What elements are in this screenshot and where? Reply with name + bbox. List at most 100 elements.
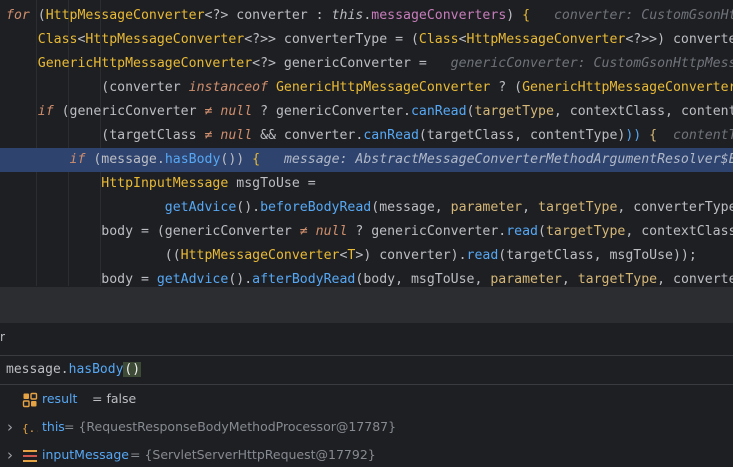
result-icon <box>22 392 38 408</box>
code-token: <?>> converterType = ( <box>244 32 419 47</box>
code-token: afterBodyRead <box>252 272 356 286</box>
code-token: , <box>561 272 578 286</box>
code-token: GenericHttpMessageConverter <box>275 80 491 95</box>
code-token: , contextClass, contentType) : <box>553 104 733 119</box>
code-token: { <box>252 152 261 167</box>
code-line[interactable]: Class<HttpMessageConverter<?>> converter… <box>0 28 733 52</box>
variable-row[interactable]: › {..} this = {RequestResponseBodyMethodPr… <box>0 414 733 442</box>
code-line[interactable]: HttpInputMessage msgToUse = <box>0 172 733 196</box>
code-editor[interactable]: for (HttpMessageConverter<?> converter :… <box>0 0 733 286</box>
eval-object: message. <box>6 362 69 377</box>
code-token: GenericHttpMessageConverter <box>37 56 253 71</box>
code-token: msgToUse = <box>228 176 316 191</box>
code-token: ( <box>37 8 46 23</box>
code-line[interactable]: if (genericConverter ≠ null ? genericCon… <box>0 100 733 124</box>
code-token: (message. <box>93 152 165 167</box>
variable-name: this <box>42 419 65 434</box>
code-token: targetType <box>545 224 626 239</box>
code-line[interactable]: (targetClass ≠ null && converter.canRead… <box>0 124 733 148</box>
code-token: HttpInputMessage <box>101 176 229 191</box>
code-token: parameter <box>450 200 523 215</box>
code-token: body = <box>6 272 157 286</box>
code-token: (targetClass, msgToUse)); <box>498 248 697 263</box>
code-token: >) converter). <box>355 248 467 263</box>
eval-method: hasBody <box>68 362 124 377</box>
code-token: targetType <box>474 104 554 119</box>
code-token: GenericHttpMessageConverter <box>522 80 733 95</box>
code-token: canRead <box>410 104 467 119</box>
code-token: for <box>6 8 38 23</box>
code-token: Class <box>37 32 78 47</box>
variable-row[interactable]: › inputMessage = {ServletServerHttpReques… <box>0 442 733 467</box>
eval-parens: () <box>123 362 142 377</box>
code-token: ? genericConverter. <box>355 224 507 239</box>
code-token: ? ( <box>490 80 523 95</box>
code-token: , <box>522 200 539 215</box>
code-token: HttpMessageConverter <box>45 8 205 23</box>
code-token: ≠ <box>204 128 221 143</box>
code-token: <?> converter : <box>204 8 332 23</box>
code-line-current[interactable]: if (message.hasBody()) { message: Abstra… <box>0 148 733 172</box>
variable-value: = {RequestResponseBodyMethodProcessor@17… <box>64 419 397 434</box>
evaluate-expression-row[interactable]: message.hasBody() <box>0 355 733 385</box>
code-token: getAdvice <box>156 272 229 286</box>
code-token: ≠ <box>204 104 221 119</box>
code-token: parameter <box>490 272 562 286</box>
code-line[interactable]: GenericHttpMessageConverter<?> genericCo… <box>0 52 733 76</box>
code-token: (). <box>236 200 261 215</box>
code-token: , contextClass, msgToUse) : <box>625 224 733 239</box>
code-token: (genericConverter <box>61 104 205 119</box>
editor-panel-separator <box>0 286 733 323</box>
code-line[interactable]: ((HttpMessageConverter<T>) converter).re… <box>0 244 733 268</box>
code-line[interactable]: (converter instanceof GenericHttpMessage… <box>0 76 733 100</box>
code-token: this <box>331 8 364 23</box>
code-token: { <box>522 8 531 23</box>
evaluate-expression-text: message.hasBody() <box>6 362 142 377</box>
code-token: beforeBodyRead <box>260 200 372 215</box>
code-token: )) <box>625 128 650 143</box>
code-token: ≠ <box>299 224 316 239</box>
code-token: ( <box>537 224 546 239</box>
variable-value: = {ServletServerHttpRequest@17792} <box>130 447 376 462</box>
code-token: (body, msgToUse, <box>355 272 491 286</box>
code-token: { <box>649 128 658 143</box>
code-token: , converterType); <box>657 272 733 286</box>
chevron-right-icon[interactable]: › <box>7 420 17 435</box>
ide-window: for (HttpMessageConverter<?> converter :… <box>0 0 733 467</box>
code-token: null <box>315 224 356 239</box>
code-token: (). <box>228 272 253 286</box>
variable-row[interactable]: result = false <box>0 386 733 414</box>
variable-value: = false <box>92 391 137 406</box>
code-token: getAdvice <box>164 200 237 215</box>
code-token: read <box>466 248 499 263</box>
code-line[interactable]: for (HttpMessageConverter<?> converter :… <box>0 4 733 28</box>
code-token: if <box>69 152 94 167</box>
code-token: , converterType); <box>617 200 733 215</box>
code-line[interactable]: getAdvice().beforeBodyRead(message, para… <box>0 196 733 220</box>
inlay-hint: genericConverter: CustomGsonHttpMessageC… <box>450 56 733 71</box>
code-token: HttpMessageConverter <box>466 32 626 47</box>
code-line[interactable]: body = getAdvice().afterBodyRead(body, m… <box>0 268 733 286</box>
code-token: (converter <box>6 80 189 95</box>
code-token: null <box>220 128 261 143</box>
code-token: Class <box>418 32 459 47</box>
code-token: hasBody <box>164 152 221 167</box>
code-token: (( <box>6 248 181 263</box>
chevron-right-icon[interactable]: › <box>7 448 17 463</box>
code-token: body = (genericConverter <box>6 224 300 239</box>
inlay-hint: converter: CustomGsonHttpMessageConverte… <box>553 8 733 23</box>
code-token: (targetClass <box>6 128 205 143</box>
code-token: canRead <box>363 128 419 143</box>
field-icon <box>22 448 38 464</box>
code-line[interactable]: body = (genericConverter ≠ null ? generi… <box>0 220 733 244</box>
code-token: messageConverters <box>371 8 507 23</box>
code-token: if <box>37 104 62 119</box>
variable-name: result <box>42 391 78 406</box>
